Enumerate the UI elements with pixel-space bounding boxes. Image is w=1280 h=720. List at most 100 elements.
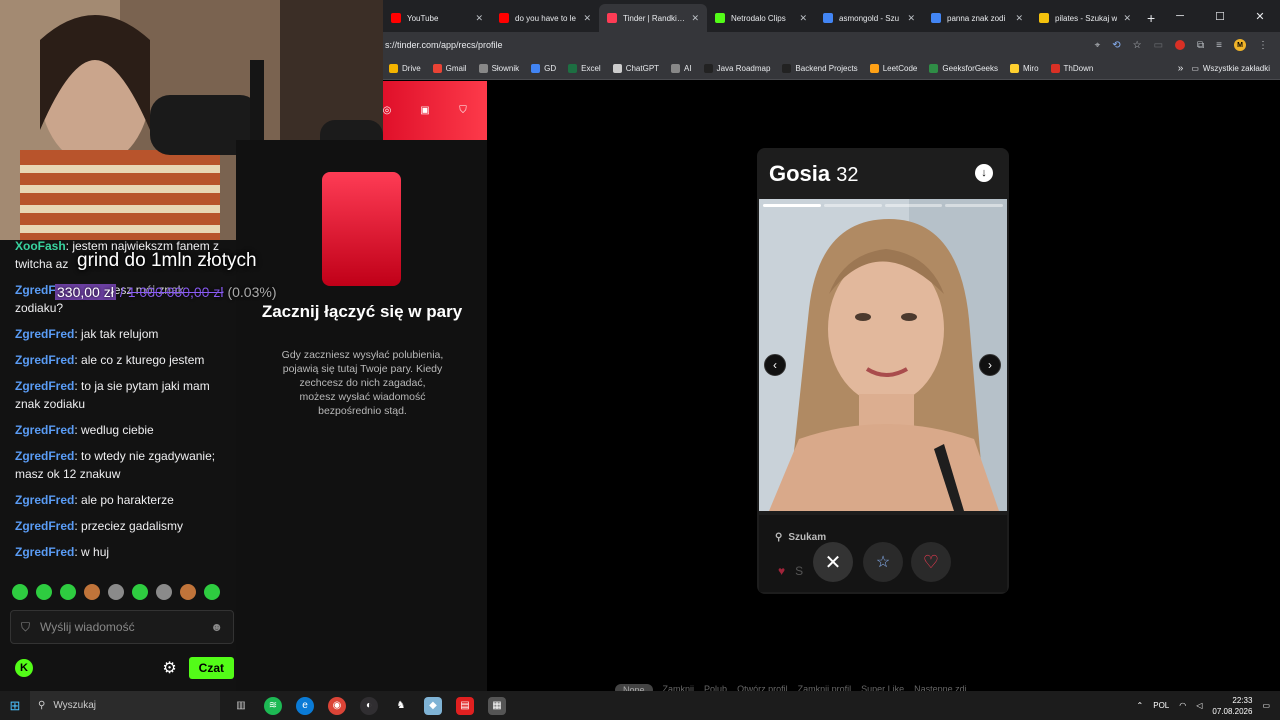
gear-icon[interactable]: ⚙ [162,658,176,678]
chat-username[interactable]: ZgredFred [15,493,74,507]
browser-tab[interactable]: Netrodalo Clips ✕ [707,4,815,32]
nope-button[interactable]: ✕ [813,542,853,582]
chat-username[interactable]: ZgredFred [15,379,74,393]
emote-icon[interactable] [204,584,220,600]
clock[interactable]: 22:33 07.08.2026 [1212,695,1252,717]
menu-kebab-icon[interactable]: ⋮ [1258,40,1268,51]
collapse-profile-icon[interactable]: ↓ [975,164,993,182]
wifi-icon[interactable]: ◠ [1179,701,1186,710]
chat-username[interactable]: ZgredF [15,283,56,297]
bookmark-favicon-icon [478,64,488,73]
windows-start-icon[interactable]: ⊞ [0,698,30,714]
all-bookmarks-folder[interactable]: ▭ Wszystkie zakładki [1191,64,1280,73]
chat-send-button[interactable]: Czat [188,657,234,679]
translate-icon[interactable]: ⟲ [1112,40,1120,51]
close-window-icon[interactable]: ✕ [1240,0,1280,32]
chat-input[interactable]: ⛉ Wyślij wiadomość ☻ [10,610,234,644]
profile-avatar-icon[interactable]: M [1234,39,1246,51]
bookmark-label: Drive [402,64,421,73]
app-icon[interactable]: ▤ [456,696,474,715]
bookmark-item[interactable]: ChatGPT [607,64,665,73]
profile-photo[interactable] [759,199,1007,511]
emote-icon[interactable] [156,584,172,600]
emote-icon[interactable] [108,584,124,600]
chrome-icon[interactable]: ◉ [328,696,346,715]
close-tab-icon[interactable]: ✕ [475,13,483,24]
chat-username[interactable]: XooFash [15,239,66,253]
emote-icon[interactable] [84,584,100,600]
cast-icon[interactable]: ▭ [1154,40,1163,51]
close-tab-icon[interactable]: ✕ [799,13,807,24]
bookmark-favicon-icon [703,64,713,73]
chat-colon: : [74,353,82,367]
notification-icon[interactable]: ▭ [1262,701,1270,710]
close-tab-icon[interactable]: ✕ [907,13,915,24]
media-controls-icon[interactable]: ≡ [1216,40,1222,51]
emote-icon[interactable] [60,584,76,600]
calculator-icon[interactable]: ▦ [488,696,506,715]
like-button[interactable]: ♡ [911,542,951,582]
bookmark-star-icon[interactable]: ☆ [1133,40,1142,51]
minimize-icon[interactable]: ─ [1160,0,1200,32]
obs-icon[interactable]: ◐ [360,696,378,715]
bookmark-favicon-icon [869,64,879,73]
bookmark-item[interactable]: Java Roadmap [698,64,777,73]
edge-icon[interactable]: e [296,696,314,715]
close-tab-icon[interactable]: ✕ [583,13,591,24]
emoji-icon[interactable]: ☻ [210,620,223,634]
bookmark-item[interactable]: Miro [1004,64,1045,73]
chat-username[interactable]: ZgredFred [15,353,74,367]
bookmark-item[interactable]: ThDown [1045,64,1100,73]
emote-icon[interactable] [36,584,52,600]
emote-icon[interactable] [132,584,148,600]
maximize-icon[interactable]: ☐ [1200,0,1240,32]
bookmark-item[interactable]: Excel [562,64,607,73]
chat-username[interactable]: ZgredFred [15,519,74,533]
chat-username[interactable]: ZgredFred [15,423,74,437]
bookmark-item[interactable]: GeeksforGeeks [923,64,1004,73]
super-like-button[interactable]: ☆ [863,542,903,582]
spotify-icon[interactable]: ≋ [264,696,282,715]
bookmark-item[interactable]: GD [525,64,562,73]
chat-username[interactable]: ZgredFred [15,545,74,559]
goal-current: 330,00 zł [55,284,116,300]
bookmarks-overflow-icon[interactable]: » [1170,63,1192,74]
bookmark-item[interactable]: Słownik [473,64,526,73]
close-tab-icon[interactable]: ✕ [691,13,699,24]
extensions-icon[interactable]: ⧉ [1197,40,1204,51]
language-indicator[interactable]: POL [1153,701,1169,710]
emote-icon[interactable] [180,584,196,600]
volume-icon[interactable]: ◁ [1196,701,1202,710]
browser-tab[interactable]: do you have to le ✕ [491,4,599,32]
profile-age: 32 [836,164,859,186]
briefcase-icon[interactable]: ▣ [415,100,435,120]
close-tab-icon[interactable]: ✕ [1015,13,1023,24]
url-field[interactable]: s://tinder.com/app/recs/profile [383,40,1095,50]
task-view-icon[interactable]: ▥ [232,697,250,715]
bookmark-item[interactable]: Drive [383,64,427,73]
browser-tab[interactable]: Tinder | Randki, p ✕ [599,4,707,32]
browser-tab[interactable]: YouTube ✕ [383,4,491,32]
close-tab-icon[interactable]: ✕ [1123,13,1131,24]
app-icon[interactable]: ♞ [392,697,410,715]
bookmark-item[interactable]: Backend Projects [776,64,863,73]
browser-tab[interactable]: asmongold - Szu ✕ [815,4,923,32]
location-icon[interactable]: ⌖ [1095,40,1101,51]
chat-username[interactable]: ZgredFred [15,449,74,463]
kick-logo-icon[interactable]: K [15,659,33,677]
app-icon[interactable]: ◆ [424,696,442,715]
prev-photo-icon[interactable]: ‹ [764,354,786,376]
next-photo-icon[interactable]: › [979,354,1001,376]
bookmark-item[interactable]: Gmail [427,64,473,73]
explore-icon[interactable]: ◎ [377,100,397,120]
extension-red-icon[interactable] [1175,40,1186,50]
taskbar-search[interactable]: ⚲ Wyszukaj [30,691,220,720]
shield-icon[interactable]: ⛉ [453,100,473,120]
bookmark-item[interactable]: LeetCode [864,64,924,73]
browser-tab[interactable]: panna znak zodi ✕ [923,4,1031,32]
chat-username[interactable]: ZgredFred [15,327,74,341]
browser-tab[interactable]: pilates - Szukaj w ✕ [1031,4,1139,32]
tray-chevron-icon[interactable]: ⌃ [1137,701,1144,710]
emote-icon[interactable] [12,584,28,600]
bookmark-item[interactable]: AI [665,64,698,73]
